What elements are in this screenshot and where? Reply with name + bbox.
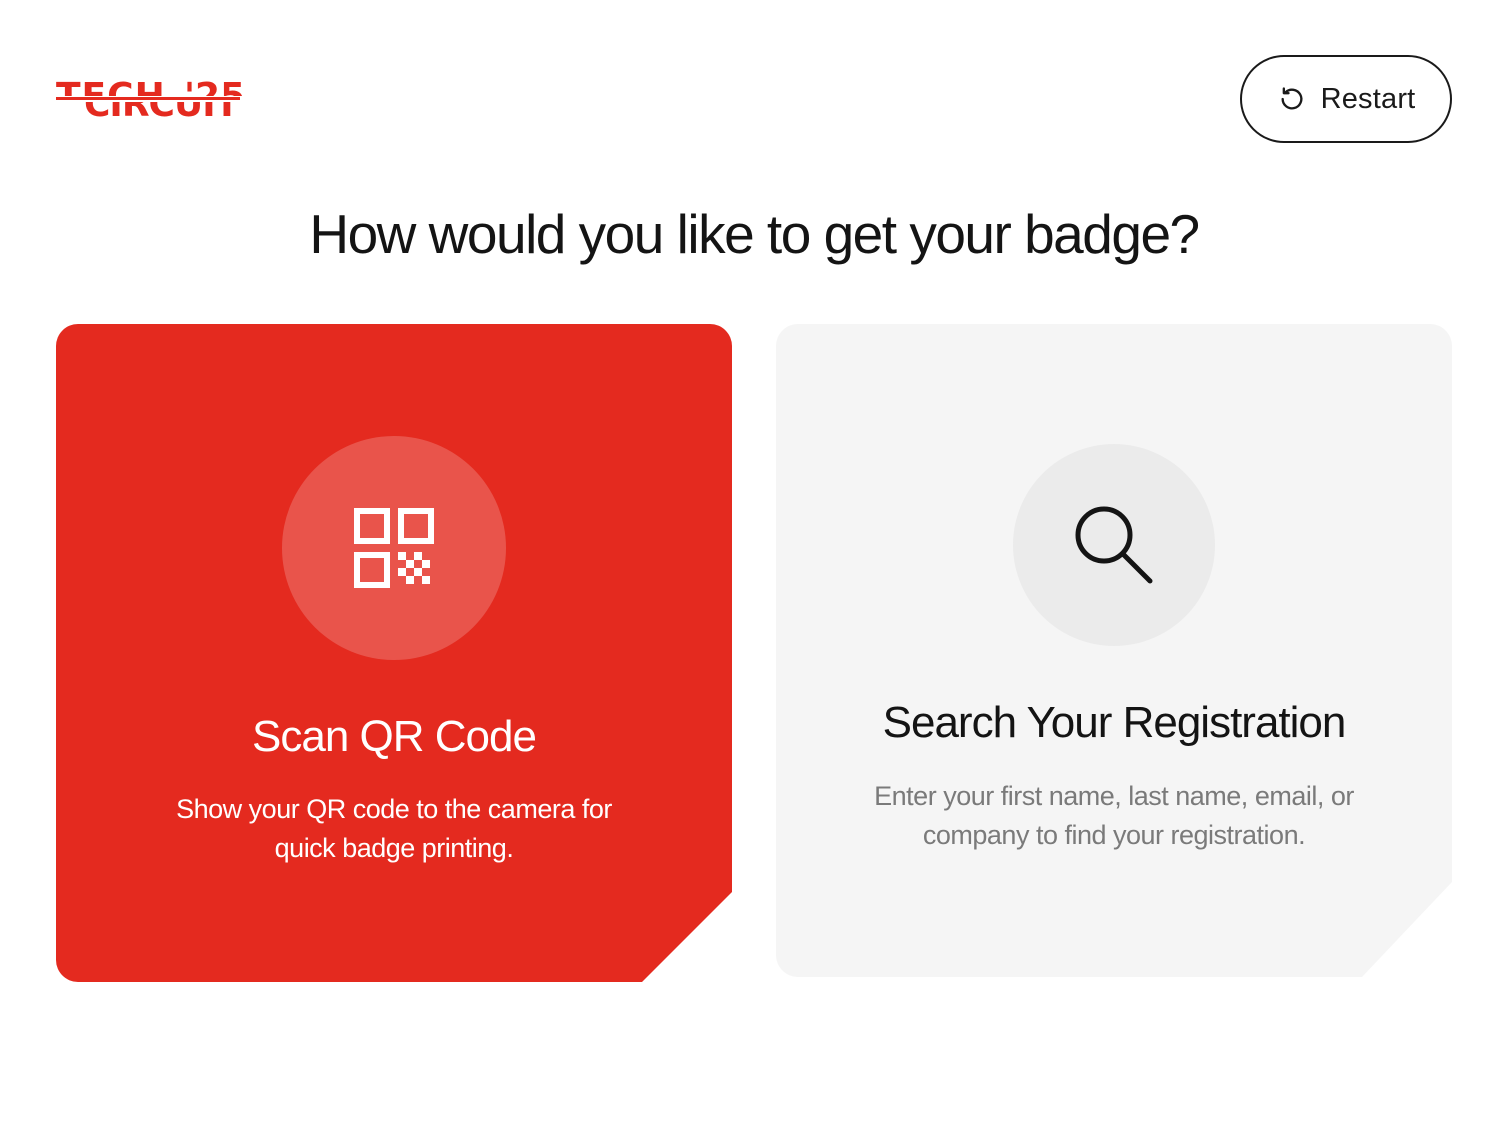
restart-icon xyxy=(1277,84,1307,114)
search-icon xyxy=(1075,506,1153,584)
tech-circuit-logo-icon: TECH '25 CIRCUIT xyxy=(56,76,242,125)
scan-qr-title: Scan QR Code xyxy=(252,712,537,761)
search-icon-circle xyxy=(1013,444,1215,646)
search-registration-title: Search Your Registration xyxy=(882,698,1347,747)
search-registration-option-card[interactable]: Search Your Registration Enter your firs… xyxy=(776,324,1452,977)
page-title: How would you like to get your badge? xyxy=(309,203,1200,265)
qr-code-icon xyxy=(354,508,434,588)
restart-button[interactable]: Restart xyxy=(1240,55,1452,143)
scan-qr-description: Show your QR code to the camera for quic… xyxy=(176,794,612,863)
scan-qr-option-card[interactable]: Scan QR Code Show your QR code to the ca… xyxy=(56,324,732,982)
event-logo: TECH '25 CIRCUIT xyxy=(56,66,242,132)
qr-icon-circle xyxy=(282,436,506,660)
restart-label: Restart xyxy=(1320,82,1416,115)
search-registration-description: Enter your first name, last name, email,… xyxy=(874,781,1354,850)
